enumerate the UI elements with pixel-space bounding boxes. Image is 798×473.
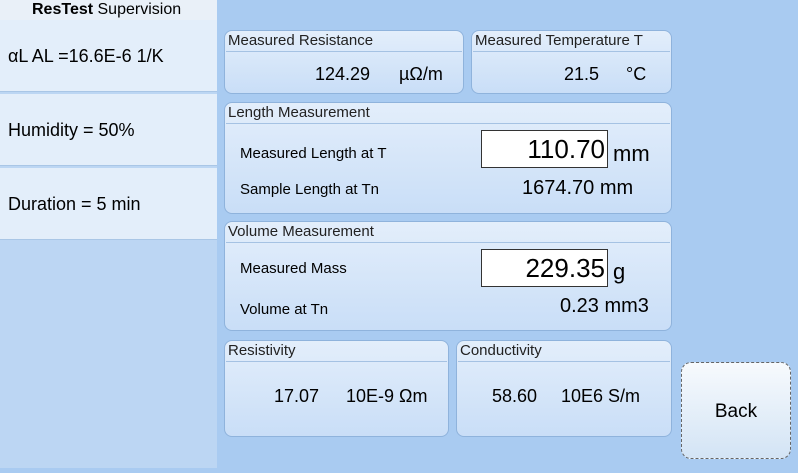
length-measurement-title: Length Measurement xyxy=(228,104,370,121)
volume-measurement-title: Volume Measurement xyxy=(228,223,374,240)
divider xyxy=(473,51,670,52)
conductivity-value: 58.60 xyxy=(492,386,538,406)
conductivity-panel: Conductivity 58.60 10E6 S/m xyxy=(456,340,672,437)
length-measurement-panel: Length Measurement Measured Length at T … xyxy=(224,102,672,214)
sidebar-item-alpha[interactable]: αL AL =16.6E-6 1/K xyxy=(0,20,217,92)
resistivity-unit: 10E-9 Ωm xyxy=(346,386,428,406)
resistivity-title: Resistivity xyxy=(228,342,296,359)
resistivity-panel: Resistivity 17.07 10E-9 Ωm xyxy=(224,340,449,437)
volume-value: 0.23 mm3 xyxy=(560,295,649,317)
divider xyxy=(458,361,670,362)
measured-temperature-panel: Measured Temperature T 21.5 °C xyxy=(471,30,672,94)
measured-length-label: Measured Length at T xyxy=(240,145,387,162)
measured-length-input[interactable]: 110.70 xyxy=(481,130,608,168)
divider xyxy=(226,123,670,124)
conductivity-unit: 10E6 S/m xyxy=(561,386,641,406)
measured-resistance-value: 124.29 xyxy=(315,64,371,84)
divider xyxy=(226,51,462,52)
window-title: ResTest Supervision xyxy=(0,0,217,20)
volume-measurement-panel: Volume Measurement Measured Mass 229.35 … xyxy=(224,221,672,331)
measured-resistance-unit: µΩ/m xyxy=(399,64,443,84)
window-title-rest: Supervision xyxy=(93,1,182,18)
sample-length-label: Sample Length at Tn xyxy=(240,181,379,198)
resistivity-value: 17.07 xyxy=(274,386,320,406)
measured-resistance-panel: Measured Resistance 124.29 µΩ/m xyxy=(224,30,464,94)
divider xyxy=(226,242,670,243)
sample-length-value: 1674.70 mm xyxy=(522,177,634,199)
divider xyxy=(226,361,447,362)
measured-temperature-unit: °C xyxy=(626,64,647,84)
measured-temperature-title: Measured Temperature T xyxy=(475,32,643,49)
window-title-bold: ResTest xyxy=(32,1,94,18)
measured-mass-input[interactable]: 229.35 xyxy=(481,249,608,287)
sidebar: αL AL =16.6E-6 1/K Humidity = 50% Durati… xyxy=(0,20,217,468)
measured-temperature-value: 21.5 xyxy=(564,64,600,84)
sidebar-item-duration[interactable]: Duration = 5 min xyxy=(0,168,217,240)
sidebar-item-humidity[interactable]: Humidity = 50% xyxy=(0,94,217,166)
measured-resistance-title: Measured Resistance xyxy=(228,32,374,49)
measured-mass-label: Measured Mass xyxy=(240,260,347,277)
conductivity-title: Conductivity xyxy=(460,342,542,359)
volume-label: Volume at Tn xyxy=(240,301,329,318)
measured-length-unit: mm xyxy=(613,141,650,166)
back-button[interactable]: Back xyxy=(681,362,791,459)
measured-mass-unit: g xyxy=(613,259,626,284)
